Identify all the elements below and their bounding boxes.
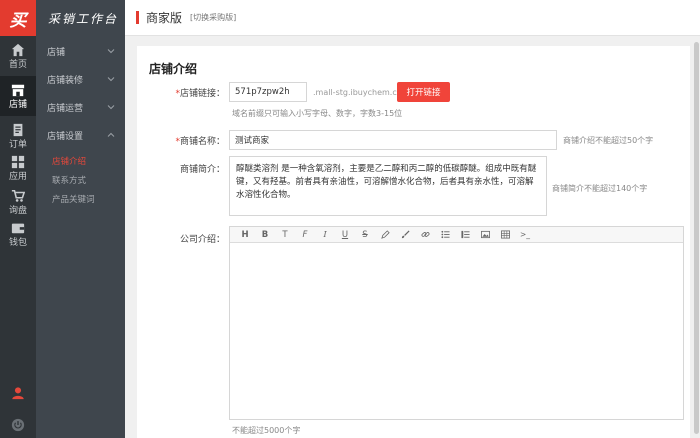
rail-label: 应用 [8, 171, 27, 182]
store-name-label: *商铺名称： [175, 137, 225, 147]
nav-item-contact[interactable]: 联系方式 [52, 174, 86, 186]
brush-icon [401, 230, 410, 239]
store-name-hint: 商铺介绍不能超过50个字 [563, 136, 654, 145]
grid-icon [11, 155, 25, 168]
unordered-list-button[interactable] [435, 228, 455, 242]
editor-toolbar: H B T F I U S >_ [230, 227, 683, 243]
pen-icon [380, 230, 390, 239]
store-link-input[interactable]: 571p7zpw2h [229, 82, 307, 102]
nav-group-decoration[interactable]: 店铺装修 [36, 64, 125, 94]
company-intro-label: 公司介绍： [179, 235, 225, 245]
strikethrough-button[interactable]: S [355, 228, 375, 242]
align-left-icon [460, 230, 470, 239]
nav-group-label: 店铺运营 [47, 103, 84, 114]
power-icon [11, 418, 25, 432]
rail-label: 钱包 [8, 237, 27, 248]
nav-group-label: 店铺设置 [47, 131, 84, 142]
font-size-button[interactable]: T [275, 228, 295, 242]
link-icon [421, 232, 429, 237]
nav-item-store-intro[interactable]: 店铺介绍 [52, 155, 86, 167]
header-accent-bar [136, 11, 139, 24]
chevron-down-icon [107, 105, 115, 110]
image-button[interactable] [475, 228, 495, 242]
rail-label: 店铺 [8, 99, 27, 110]
rail-item-wallet[interactable]: 钱包 [0, 214, 36, 254]
list-icon [440, 230, 450, 239]
store-intro-textarea[interactable]: 醇醚类溶剂 是一种含氧溶剂，主要是乙二醇和丙二醇的低碳醇醚。组成中既有醚键，又有… [229, 156, 547, 216]
page-title: 店铺介绍 [149, 62, 198, 76]
open-link-button[interactable]: 打开链接 [397, 82, 450, 102]
table-button[interactable] [495, 228, 515, 242]
store-link-hint: 域名前缀只可输入小写字母、数字，字数3-15位 [232, 109, 403, 118]
nav-group-store[interactable]: 店铺 [36, 36, 125, 66]
font-family-button[interactable]: F [295, 228, 315, 242]
workspace-title: 采销工作台 [48, 11, 119, 26]
rail-label: 首页 [8, 59, 27, 70]
chevron-down-icon [107, 49, 115, 54]
underline-button[interactable]: U [335, 228, 355, 242]
align-button[interactable] [455, 228, 475, 242]
switch-purchase-link[interactable]: [切换采购版] [190, 12, 236, 23]
link-button[interactable] [415, 228, 435, 242]
document-icon [13, 123, 23, 136]
editor-content-area[interactable] [230, 243, 683, 419]
header-title: 商家版 [146, 11, 183, 25]
page-scrollbar[interactable] [693, 36, 700, 438]
code-button[interactable]: >_ [515, 228, 535, 242]
image-icon [480, 230, 490, 239]
italic-button[interactable]: I [315, 228, 335, 242]
domain-suffix: .mall-stg.ibuychem.com [313, 88, 410, 97]
store-intro-hint: 商铺简介不能超过140个字 [552, 184, 648, 193]
nav-item-keywords[interactable]: 产品关键词 [52, 193, 95, 205]
nav-group-settings[interactable]: 店铺设置 [36, 120, 125, 150]
home-icon [11, 43, 25, 56]
secondary-nav: 采销工作台 店铺 店铺装修 店铺运营 店铺设置 店铺介绍 联系方式 产品关键词 [36, 0, 125, 438]
store-intro-label: 商铺简介： [179, 165, 225, 175]
main-rail: 买 首页 店铺 订单 应用 询盘 钱包 [0, 0, 36, 438]
wallet-icon [11, 223, 25, 233]
rich-text-editor: H B T F I U S >_ [229, 226, 684, 420]
cart-icon [11, 189, 25, 202]
rail-item-home[interactable]: 首页 [0, 36, 36, 76]
rail-item-store[interactable]: 店铺 [0, 76, 36, 116]
brand-logo[interactable]: 买 [0, 0, 36, 36]
store-link-label: *店铺链接： [175, 89, 225, 99]
chevron-up-icon [107, 132, 115, 137]
scrollbar-thumb[interactable] [694, 42, 699, 434]
bold-button[interactable]: B [255, 228, 275, 242]
top-header: 商家版 [切换采购版] [125, 0, 700, 36]
rail-logout-button[interactable] [0, 418, 36, 432]
company-intro-hint: 不能超过5000个字 [232, 426, 301, 435]
nav-group-operation[interactable]: 店铺运营 [36, 92, 125, 122]
rail-user-button[interactable] [0, 386, 36, 400]
chevron-down-icon [107, 77, 115, 82]
brush-button[interactable] [395, 228, 415, 242]
heading-button[interactable]: H [235, 228, 255, 242]
main-panel: 店铺介绍 *店铺链接： 571p7zpw2h .mall-stg.ibuyche… [137, 46, 690, 438]
store-name-input[interactable]: 测试商家 [229, 130, 557, 150]
nav-group-label: 店铺装修 [47, 75, 84, 86]
pen-button[interactable] [375, 228, 395, 242]
store-icon [11, 84, 25, 96]
user-icon [12, 387, 24, 400]
table-icon [500, 230, 510, 239]
nav-group-label: 店铺 [47, 47, 66, 58]
